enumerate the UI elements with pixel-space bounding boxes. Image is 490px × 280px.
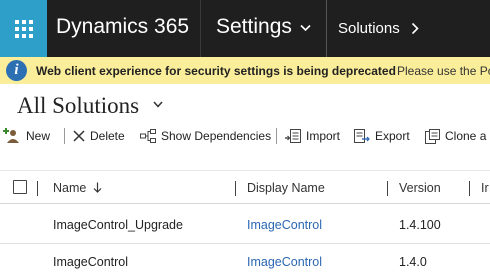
- sort-arrow-icon: [93, 182, 102, 193]
- view-selector[interactable]: All Solutions: [17, 93, 139, 119]
- column-name-label: Name: [53, 181, 87, 195]
- waffle-icon: [14, 19, 33, 38]
- import-button[interactable]: Import: [285, 128, 340, 144]
- import-icon: [285, 128, 301, 143]
- command-bar: New Delete Show Dependencies Import Expo…: [0, 124, 490, 148]
- command-divider: [64, 128, 65, 144]
- show-dependencies-label: Show Dependencies: [161, 129, 272, 143]
- delete-button[interactable]: Delete: [73, 128, 125, 144]
- top-nav-bar: Dynamics 365 Settings Solutions: [0, 0, 490, 57]
- nav-divider: [326, 0, 327, 57]
- solution-display-name-link[interactable]: ImageControl: [247, 218, 322, 232]
- chevron-right-icon[interactable]: [411, 22, 419, 35]
- column-divider[interactable]: [387, 181, 388, 196]
- solution-version: 1.4.100: [399, 218, 441, 232]
- new-button[interactable]: New: [3, 128, 50, 144]
- nav-divider: [200, 0, 201, 57]
- info-icon: i: [6, 60, 27, 81]
- solution-name: ImageControl_Upgrade: [53, 218, 183, 232]
- solution-display-name-link[interactable]: ImageControl: [247, 255, 322, 269]
- clone-icon: [425, 128, 440, 144]
- new-icon: [3, 128, 19, 143]
- export-label: Export: [375, 129, 410, 143]
- close-icon: [73, 130, 85, 142]
- area-selector[interactable]: Settings: [216, 15, 292, 39]
- app-launcher-button[interactable]: [0, 0, 47, 57]
- column-divider[interactable]: [235, 181, 236, 196]
- solution-name: ImageControl: [53, 255, 129, 269]
- column-divider[interactable]: [469, 181, 470, 196]
- command-divider: [276, 128, 277, 144]
- column-header-display-name[interactable]: Display Name: [247, 181, 325, 195]
- new-label: New: [26, 129, 51, 143]
- solution-version: 1.4.0: [399, 255, 427, 269]
- select-all-checkbox[interactable]: [13, 180, 27, 194]
- import-label: Import: [306, 129, 341, 143]
- column-header-installed[interactable]: Ir: [481, 181, 489, 195]
- grid-header: Name Display Name Version Ir: [0, 170, 490, 204]
- dependencies-icon: [140, 129, 156, 143]
- column-header-version[interactable]: Version: [399, 181, 441, 195]
- export-button[interactable]: Export: [354, 128, 410, 144]
- clone-label: Clone a P: [445, 129, 490, 143]
- chevron-down-icon[interactable]: [153, 101, 163, 108]
- column-divider[interactable]: [37, 181, 38, 196]
- table-row[interactable]: ImageControl ImageControl 1.4.0: [0, 244, 490, 280]
- notification-message: Please use the Pow: [397, 64, 490, 78]
- breadcrumb-solutions[interactable]: Solutions: [338, 20, 400, 37]
- show-dependencies-button[interactable]: Show Dependencies: [140, 128, 271, 144]
- table-row[interactable]: ImageControl_Upgrade ImageControl 1.4.10…: [0, 207, 490, 244]
- export-icon: [354, 128, 370, 143]
- chevron-down-icon[interactable]: [300, 24, 311, 32]
- notification-title: Web client experience for security setti…: [36, 64, 396, 78]
- column-header-name[interactable]: Name: [53, 181, 102, 195]
- delete-label: Delete: [90, 129, 125, 143]
- clone-patch-button[interactable]: Clone a P: [425, 128, 490, 144]
- app-name[interactable]: Dynamics 365: [56, 15, 189, 39]
- notification-bar: i Web client experience for security set…: [0, 57, 490, 84]
